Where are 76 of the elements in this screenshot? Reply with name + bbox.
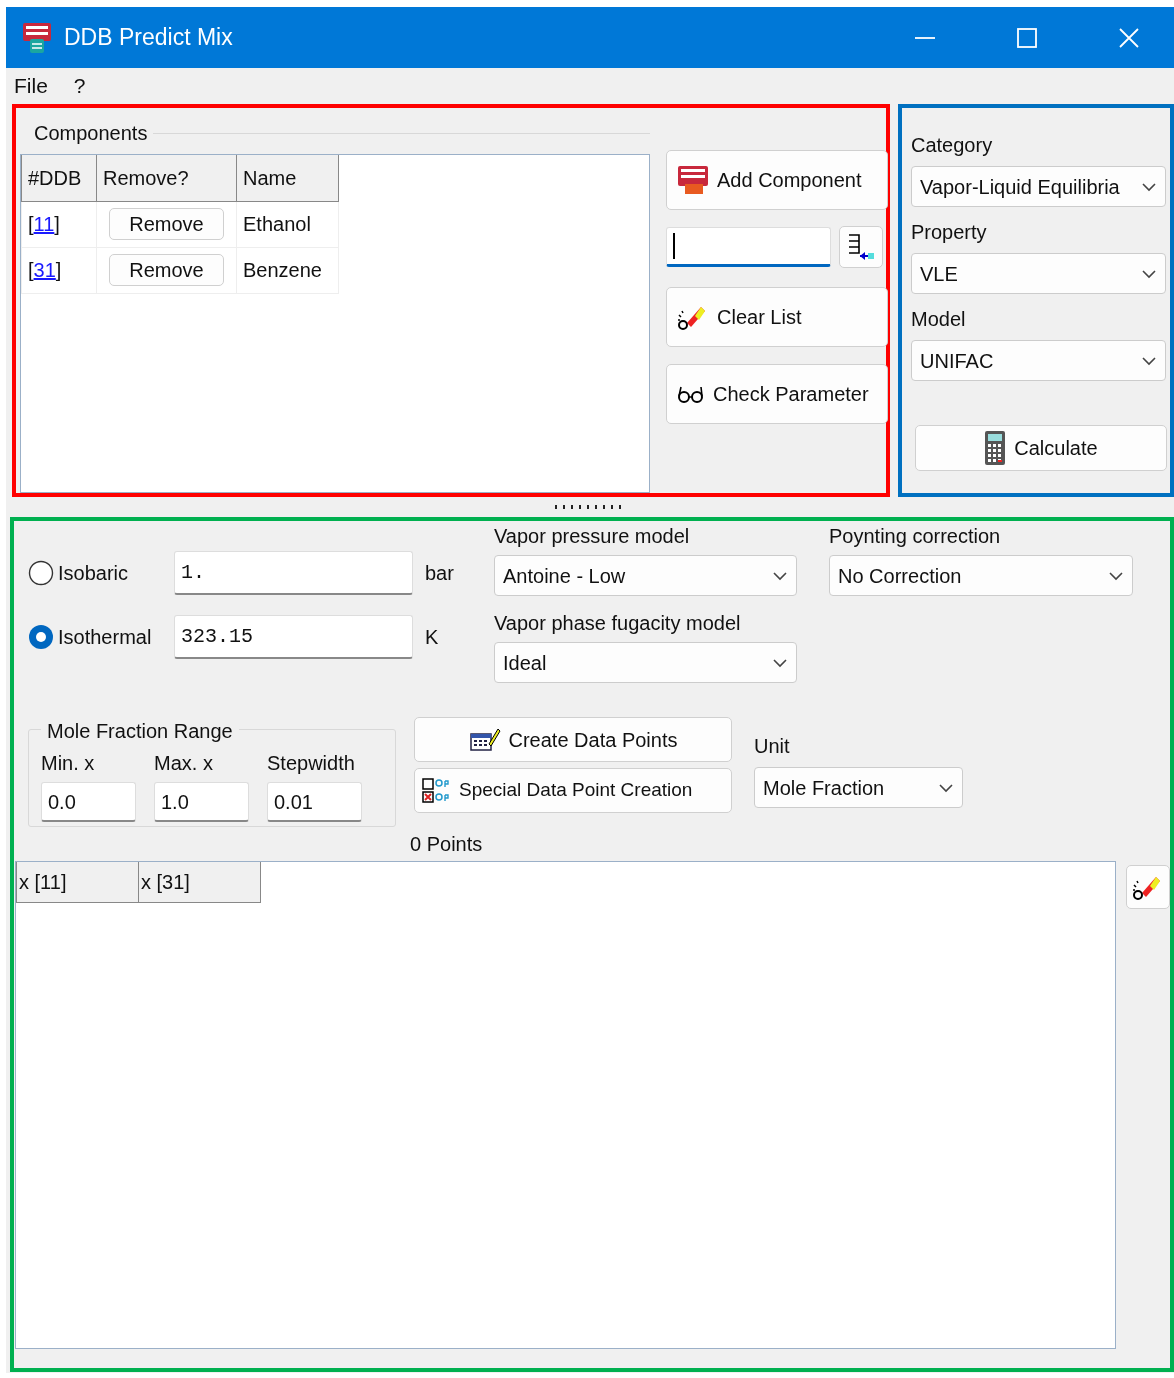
column-header: #DDB	[21, 155, 97, 201]
app-icon	[22, 21, 52, 54]
remove-button[interactable]: Remove	[109, 208, 224, 240]
maximize-icon	[1017, 27, 1037, 48]
column-header: x [31]	[138, 862, 261, 902]
glasses-icon	[677, 384, 705, 404]
field-label: Unit	[754, 734, 791, 759]
grid-points-icon	[421, 776, 451, 805]
table-cell: Benzene	[236, 247, 339, 293]
field-label: Vapor phase fugacity model	[494, 611, 742, 636]
dropdown-value: Antoine - Low	[503, 563, 626, 589]
field-label: Property	[911, 220, 988, 245]
column-header: Remove?	[96, 155, 237, 201]
dropdown-value: VLE	[920, 261, 958, 287]
list-arrow-icon	[846, 232, 876, 262]
radio-option[interactable]: Isothermal	[28, 622, 174, 652]
database-icon	[677, 164, 709, 196]
window-title: DDB Predict Mix	[64, 23, 234, 53]
range-field[interactable]: 1.0	[154, 782, 249, 822]
column-header: Name	[236, 155, 339, 201]
create-data-points-button[interactable]: Create Data Points	[414, 717, 732, 762]
close-icon	[1119, 27, 1139, 48]
dropdown[interactable]: Ideal	[494, 642, 797, 683]
unit-label: bar	[425, 561, 454, 586]
value-field[interactable]: 323.15	[174, 615, 413, 659]
special-data-point-button[interactable]: Special Data Point Creation	[414, 768, 732, 813]
range-field[interactable]: 0.01	[267, 782, 362, 822]
clear-table-button[interactable]	[1126, 865, 1170, 909]
chevron-down-icon	[772, 569, 788, 582]
unit-label: K	[425, 625, 439, 650]
calculate-button[interactable]: Calculate	[915, 425, 1167, 471]
field-label: Min. x	[41, 751, 96, 776]
dropdown[interactable]: Antoine - Low	[494, 555, 797, 596]
field-label: Poynting correction	[829, 524, 1002, 549]
dropdown-value: Ideal	[503, 650, 547, 676]
group-label: Components	[33, 121, 149, 146]
field-label: Category	[911, 133, 994, 158]
radio-icon	[28, 560, 54, 586]
dropdown-value: Vapor-Liquid Equilibria	[920, 174, 1120, 200]
dropdown[interactable]: Vapor-Liquid Equilibria	[911, 166, 1166, 207]
dropdown[interactable]: No Correction	[829, 555, 1133, 596]
field-label: Vapor pressure model	[494, 524, 691, 549]
clear-list-button[interactable]: Clear List	[666, 287, 888, 347]
value-field[interactable]: 1.	[174, 551, 413, 595]
component-id: [31]	[28, 259, 62, 281]
chevron-down-icon	[772, 656, 788, 669]
dropdown[interactable]: Mole Fraction	[754, 767, 963, 808]
table-cell: Ethanol	[236, 201, 339, 247]
points-count: 0 Points	[410, 833, 483, 855]
dropdown-value: UNIFAC	[920, 348, 994, 374]
menu-item[interactable]: File	[14, 70, 48, 102]
field-label: Model	[911, 307, 967, 332]
search-field[interactable]	[666, 227, 831, 267]
field-label: Stepwidth	[267, 751, 356, 776]
dropdown-value: Mole Fraction	[763, 775, 885, 801]
chevron-down-icon	[1141, 354, 1157, 367]
chevron-down-icon	[1108, 569, 1124, 582]
chevron-down-icon	[938, 781, 954, 794]
field-label: Max. x	[154, 751, 214, 776]
minimize-icon	[915, 36, 935, 39]
remove-button[interactable]: Remove	[109, 254, 224, 286]
chevron-down-icon	[1141, 180, 1157, 193]
radio-selected-icon	[28, 624, 54, 650]
dropdown[interactable]: UNIFAC	[911, 340, 1166, 381]
range-field[interactable]: 0.0	[41, 782, 136, 822]
component-id: [11]	[28, 213, 60, 235]
check-parameter-button[interactable]: Check Parameter	[666, 364, 888, 424]
chevron-down-icon	[1141, 267, 1157, 280]
calculator-icon	[984, 430, 1007, 466]
list-add-button[interactable]	[839, 226, 883, 268]
add-component-button[interactable]: Add Component	[666, 150, 888, 210]
column-header: x [11]	[16, 862, 139, 902]
dropdown-value: No Correction	[838, 563, 962, 589]
menu-item[interactable]: ?	[73, 70, 86, 102]
radio-option[interactable]: Isobaric	[28, 558, 174, 588]
dropdown[interactable]: VLE	[911, 253, 1166, 294]
